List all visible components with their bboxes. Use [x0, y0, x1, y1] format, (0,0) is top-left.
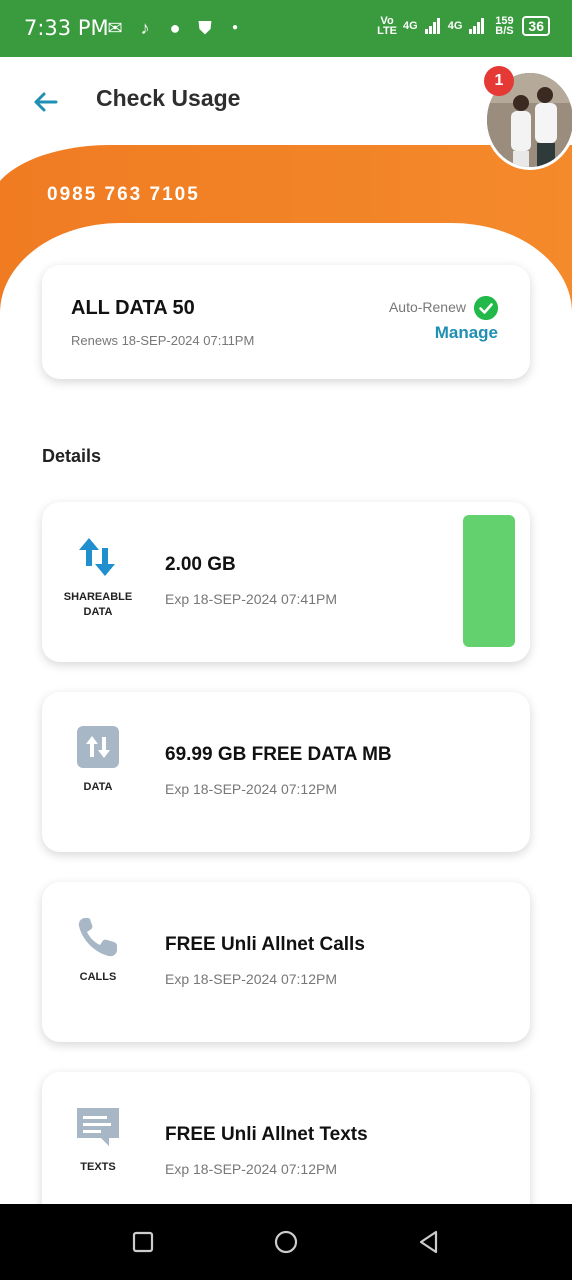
plan-card: ALL DATA 50 Renews 18-SEP-2024 07:11PM A… [42, 265, 530, 379]
data-icon [77, 726, 119, 768]
phone-number: 0985 763 7105 [47, 184, 200, 205]
status-time: 7:33 PM [24, 16, 109, 40]
app-icon: ● [169, 18, 181, 38]
volte-label: Vo LTE [377, 15, 398, 37]
detail-amount: 69.99 GB FREE DATA MB [165, 744, 392, 765]
home-icon[interactable] [272, 1228, 300, 1256]
tiktok-icon: ♪ [140, 18, 150, 38]
recent-apps-icon[interactable] [129, 1228, 157, 1256]
signal-icon [424, 18, 440, 34]
shield-icon: ⛊ [198, 18, 212, 38]
plan-renew-date: Renews 18-SEP-2024 07:11PM [71, 333, 255, 348]
detail-expiry: Exp 18-SEP-2024 07:12PM [165, 971, 337, 987]
status-right: Vo LTE 4G 4G 159 B/S 36 [377, 15, 550, 37]
navigation-bar [0, 1204, 572, 1280]
detail-amount: FREE Unli Allnet Texts [165, 1124, 368, 1145]
detail-label: DATA [83, 781, 113, 793]
page-title: Check Usage [96, 85, 241, 111]
data-speed: 159 B/S [495, 15, 514, 37]
network-type-1: 4G [403, 20, 418, 32]
notification-icons: ✉ ♪ ● ⛊ ● [104, 17, 246, 39]
detail-card-data[interactable]: DATA 69.99 GB FREE DATA MB Exp 18-SEP-20… [42, 692, 530, 852]
phone-icon [78, 918, 117, 957]
messenger-icon: ✉ [107, 18, 123, 38]
network-type-2: 4G [447, 20, 463, 32]
detail-label: CALLS [79, 971, 117, 983]
detail-label: TEXTS [80, 1161, 116, 1173]
detail-card-calls[interactable]: CALLS FREE Unli Allnet Calls Exp 18-SEP-… [42, 882, 530, 1042]
detail-amount: FREE Unli Allnet Calls [165, 934, 365, 955]
back-arrow-icon[interactable] [30, 87, 60, 117]
shareable-data-icon [79, 538, 115, 576]
message-icon [77, 1108, 119, 1146]
manage-button[interactable]: Manage [435, 323, 498, 343]
detail-expiry: Exp 18-SEP-2024 07:41PM [165, 591, 337, 607]
detail-expiry: Exp 18-SEP-2024 07:12PM [165, 1161, 337, 1177]
signal-icon-2 [469, 18, 485, 34]
auto-renew-label: Auto-Renew [388, 299, 466, 315]
detail-label: SHAREABLE DATA [63, 591, 133, 618]
status-bar: 7:33 PM ✉ ♪ ● ⛊ ● Vo LTE 4G 4G 159 B/S 3… [0, 0, 572, 57]
usage-bar [463, 515, 515, 647]
back-nav-icon[interactable] [415, 1228, 443, 1256]
check-circle-icon [474, 296, 498, 320]
notification-badge: 1 [484, 66, 514, 96]
dot-icon: ● [231, 22, 239, 33]
detail-card-shareable-data[interactable]: SHAREABLE DATA 2.00 GB Exp 18-SEP-2024 0… [42, 502, 530, 662]
details-heading: Details [42, 446, 102, 466]
battery-icon: 36 [522, 16, 550, 36]
detail-amount: 2.00 GB [165, 554, 236, 575]
detail-expiry: Exp 18-SEP-2024 07:12PM [165, 781, 337, 797]
plan-name: ALL DATA 50 [71, 297, 195, 319]
